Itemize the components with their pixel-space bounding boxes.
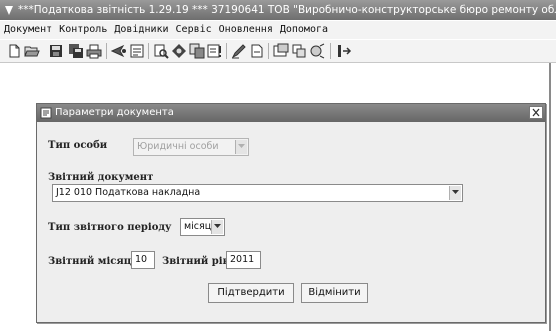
period-type-label: Тип звітного періоду <box>48 222 172 233</box>
app-title: ***Податкова звітність 1.29.19 *** 37190… <box>18 4 556 16</box>
chevron-down-icon[interactable] <box>211 220 223 234</box>
report-year-label: Звітний рік <box>162 256 230 267</box>
exit-icon[interactable] <box>336 43 352 59</box>
windows-icon[interactable] <box>291 43 307 59</box>
dialog-title: Параметри документа <box>55 107 174 118</box>
settings-icon[interactable] <box>273 43 289 59</box>
period-type-select[interactable]: місяць <box>180 218 225 236</box>
app-title-bar: ***Податкова звітність 1.29.19 *** 37190… <box>0 0 556 20</box>
report-document-select[interactable]: J12 010 Податкова накладна <box>52 184 463 202</box>
report-month-input[interactable]: 10 <box>131 251 155 269</box>
menu-help[interactable]: Допомога <box>280 24 328 35</box>
print-preview-icon[interactable] <box>153 43 169 59</box>
new-document-icon[interactable] <box>6 43 22 59</box>
globe-icon[interactable] <box>309 43 325 59</box>
cancel-button[interactable]: Відмінити <box>301 283 368 303</box>
menu-service[interactable]: Сервіс <box>176 24 212 35</box>
chevron-down-icon <box>235 140 247 154</box>
check-icon[interactable] <box>207 43 223 59</box>
dialog-title-bar: Параметри документа <box>37 104 545 122</box>
person-type-value: Юридичні особи <box>137 141 219 152</box>
report-document-value: J12 010 Податкова накладна <box>56 187 201 198</box>
confirm-button[interactable]: Підтвердити <box>208 283 294 303</box>
report-icon[interactable] <box>129 43 145 59</box>
save-all-icon[interactable] <box>68 43 84 59</box>
menu-bar: Документ Контроль Довідники Сервіс Оновлення… <box>0 21 556 39</box>
report-year-input[interactable]: 2011 <box>226 251 261 269</box>
print-icon[interactable] <box>86 43 102 59</box>
menu-directories[interactable]: Довідники <box>114 24 168 35</box>
app-icon <box>3 4 15 16</box>
document-parameters-dialog: Параметри документа Тип особи Юридичні о… <box>36 103 546 323</box>
report-month-label: Звітний місяць <box>48 256 138 267</box>
save-icon[interactable] <box>48 43 64 59</box>
send-icon[interactable] <box>111 43 127 59</box>
menu-document[interactable]: Документ <box>4 24 52 35</box>
open-folder-icon[interactable] <box>24 43 40 59</box>
dialog-icon <box>40 107 52 119</box>
menu-control[interactable]: Контроль <box>59 24 107 35</box>
close-button[interactable] <box>529 106 543 119</box>
menu-updates[interactable]: Оновлення <box>219 24 273 35</box>
stamp-icon[interactable] <box>171 43 187 59</box>
copy-icon[interactable] <box>189 43 205 59</box>
sign-icon[interactable] <box>231 43 247 59</box>
window-frame <box>549 63 551 331</box>
report-document-label: Звітний документ <box>48 172 154 183</box>
person-type-label: Тип особи <box>48 140 108 151</box>
chevron-down-icon[interactable] <box>449 186 461 200</box>
person-type-select: Юридичні особи <box>133 138 249 156</box>
toolbar <box>0 40 556 63</box>
export-icon[interactable] <box>249 43 265 59</box>
